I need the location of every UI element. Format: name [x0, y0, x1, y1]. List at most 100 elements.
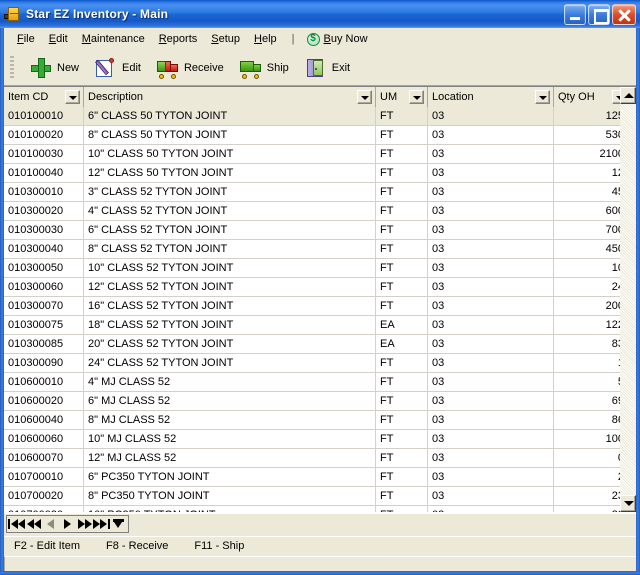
cell-um: FT	[376, 468, 428, 486]
cell-um: EA	[376, 335, 428, 353]
scroll-down-button[interactable]	[620, 495, 636, 512]
cell-description: 6" CLASS 52 TYTON JOINT	[84, 221, 376, 239]
table-row[interactable]: 0103000408" CLASS 52 TYTON JOINTFT03 450	[4, 240, 620, 259]
filter-dropdown-icon-item-cd[interactable]	[65, 90, 80, 104]
cell-description: 12" CLASS 52 TYTON JOINT	[84, 278, 376, 296]
table-row[interactable]: 0106000408" MJ CLASS 52FT03 86	[4, 411, 620, 430]
table-row[interactable]: 0107000106" PC350 TYTON JOINTFT032	[4, 468, 620, 487]
cell-description: 8" PC350 TYTON JOINT	[84, 487, 376, 505]
next-page-button[interactable]	[76, 516, 93, 532]
cell-item-cd: 010300090	[4, 354, 84, 372]
cell-item-cd: 010300030	[4, 221, 84, 239]
table-row[interactable]: 01030008520" CLASS 52 TYTON JOINTEA03 83	[4, 335, 620, 354]
new-button[interactable]: New	[22, 54, 87, 82]
column-header-qty-oh[interactable]: Qty OH	[554, 87, 630, 107]
cell-item-cd: 010100020	[4, 126, 84, 144]
last-record-button[interactable]	[93, 516, 110, 532]
table-row[interactable]: 01030006012" CLASS 52 TYTON JOINTFT03 24	[4, 278, 620, 297]
menu-item-file[interactable]: File	[10, 30, 42, 48]
cell-item-cd: 010100010	[4, 107, 84, 125]
cell-qty-oh: 530	[605, 129, 620, 141]
table-row[interactable]: 010100030 10" CLASS 50 TYTON JOINT FT 03 210…	[4, 145, 620, 164]
scroll-up-button[interactable]	[620, 87, 636, 104]
next-record-button[interactable]	[59, 516, 76, 532]
menu-item-maintenance[interactable]: Maintenance	[75, 30, 152, 48]
menu-item-edit[interactable]: Edit	[42, 30, 75, 48]
menu-item-reports[interactable]: Reports	[152, 30, 205, 48]
first-record-button[interactable]	[8, 516, 25, 532]
table-row[interactable]: 01060007012" MJ CLASS 52FT030	[4, 449, 620, 468]
cell-item-cd: 010700030	[4, 506, 84, 512]
ship-button[interactable]: Ship	[232, 54, 297, 82]
cell-item-cd: 010300020	[4, 202, 84, 220]
vertical-scroll-track[interactable]	[620, 104, 636, 495]
table-row[interactable]: 01030007016" CLASS 52 TYTON JOINTFT03 200	[4, 297, 620, 316]
filter-button[interactable]	[110, 516, 127, 532]
table-row[interactable]: 0101000208" CLASS 50 TYTON JOINTFT03 530	[4, 126, 620, 145]
menu-item-setup[interactable]: Setup	[204, 30, 247, 48]
cell-location: 03	[428, 183, 554, 201]
cell-description: 10" MJ CLASS 52	[84, 430, 376, 448]
table-row[interactable]: 01010004012" CLASS 50 TYTON JOINTFT03 12	[4, 164, 620, 183]
cell-location: 03	[428, 164, 554, 182]
column-header-um[interactable]: UM	[376, 87, 428, 107]
cell-um: FT	[376, 107, 428, 125]
toolbar-grip[interactable]	[10, 55, 14, 80]
cell-item-cd: 010600020	[4, 392, 84, 410]
cell-qty-oh: 0	[554, 449, 620, 467]
hint-edit-item: F2 - Edit Item	[14, 539, 81, 552]
table-row[interactable]: 01060006010" MJ CLASS 52FT03 100	[4, 430, 620, 449]
cell-qty-oh: 125	[605, 110, 620, 122]
cell-qty-oh: 45	[611, 186, 620, 198]
table-row[interactable]: 01030005010" CLASS 52 TYTON JOINTFT03 10	[4, 259, 620, 278]
receive-button[interactable]: Receive	[149, 54, 232, 82]
table-row[interactable]: 0103000103" CLASS 52 TYTON JOINTFT03 45	[4, 183, 620, 202]
table-row[interactable]: 01070003010" PC350 TYTON JOINTFT0332	[4, 506, 620, 512]
filter-dropdown-icon-description[interactable]	[357, 90, 372, 104]
cell-description: 6" CLASS 50 TYTON JOINT	[84, 107, 376, 125]
close-button[interactable]	[612, 3, 636, 25]
cell-um: FT	[376, 259, 428, 277]
cell-item-cd: 010700020	[4, 487, 84, 505]
table-row[interactable]: 0101000106" CLASS 50 TYTON JOINTFT03 125	[4, 107, 620, 126]
column-header-location-label: Location	[432, 91, 474, 103]
column-header-description[interactable]: Description	[84, 87, 376, 107]
cell-um: FT	[376, 487, 428, 505]
prior-page-button[interactable]	[25, 516, 42, 532]
hint-ship: F11 - Ship	[194, 539, 245, 552]
table-row[interactable]: 0106000206" MJ CLASS 52FT03 69	[4, 392, 620, 411]
minimize-button[interactable]	[564, 3, 586, 25]
cell-item-cd: 010600070	[4, 449, 84, 467]
grid-rows[interactable]: 0101000106" CLASS 50 TYTON JOINTFT031250…	[4, 107, 620, 512]
buy-now-button[interactable]: Buy Now	[303, 31, 372, 48]
maximize-button[interactable]	[588, 3, 610, 25]
menu-item-help[interactable]: Help	[247, 30, 284, 48]
table-row[interactable]: 01030007518" CLASS 52 TYTON JOINTEA03 122	[4, 316, 620, 335]
cell-description: 10" CLASS 50 TYTON JOINT	[84, 145, 376, 163]
vertical-scrollbar[interactable]	[620, 87, 636, 512]
column-header-item-cd-label: Item CD	[8, 91, 49, 103]
cell-item-cd: 010300060	[4, 278, 84, 296]
exit-button[interactable]: Exit	[297, 54, 358, 82]
cell-qty-oh: 69	[611, 395, 620, 407]
cell-description: 10" PC350 TYTON JOINT	[84, 506, 376, 512]
column-header-location[interactable]: Location	[428, 87, 554, 107]
table-row[interactable]: 0107000208" PC350 TYTON JOINTFT03 23	[4, 487, 620, 506]
filter-dropdown-icon-location[interactable]	[535, 90, 550, 104]
cell-um: FT	[376, 183, 428, 201]
cell-description: 24" CLASS 52 TYTON JOINT	[84, 354, 376, 372]
cell-um: FT	[376, 354, 428, 372]
cell-location: 03	[428, 126, 554, 144]
edit-button[interactable]: Edit	[87, 54, 149, 82]
filter-dropdown-icon-um[interactable]	[409, 90, 424, 104]
column-header-item-cd[interactable]: Item CD	[4, 87, 84, 107]
table-row[interactable]: 0103000306" CLASS 52 TYTON JOINTFT03 700	[4, 221, 620, 240]
cell-um: FT	[376, 411, 428, 429]
prior-record-button[interactable]	[42, 516, 59, 532]
cell-description: 4" CLASS 52 TYTON JOINT	[84, 202, 376, 220]
cell-qty-oh: 700	[605, 224, 620, 236]
title-bar[interactable]: Star EZ Inventory - Main	[0, 0, 640, 28]
table-row[interactable]: 0106000104" MJ CLASS 52FT035	[4, 373, 620, 392]
table-row[interactable]: 0103000204" CLASS 52 TYTON JOINTFT03 600	[4, 202, 620, 221]
table-row[interactable]: 01030009024" CLASS 52 TYTON JOINTFT031	[4, 354, 620, 373]
